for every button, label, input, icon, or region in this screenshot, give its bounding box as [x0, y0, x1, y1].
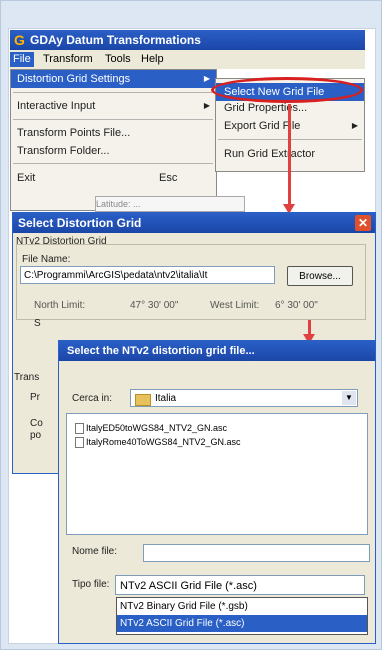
north-limit-label: North Limit:	[34, 300, 86, 311]
file-type-options: NTv2 Binary Grid File (*.gsb) NTv2 ASCII…	[116, 597, 368, 635]
file-path-field[interactable]: C:\Programmi\ArcGIS\pedata\ntv2\italia\I…	[20, 266, 275, 284]
list-item[interactable]: ItalyRome40ToWGS84_NTV2_GN.asc	[75, 436, 241, 449]
file-type-option[interactable]: NTv2 Binary Grid File (*.gsb)	[117, 598, 367, 615]
submenu-arrow-icon: ▶	[203, 101, 210, 110]
file-icon	[75, 437, 84, 449]
partial-label: S	[34, 318, 41, 329]
partial-label: Trans	[14, 372, 40, 383]
menu-bar: File Transform Tools Help	[10, 50, 365, 69]
menu-item-distortion-grid-settings[interactable]: Distortion Grid Settings ▶	[11, 70, 216, 88]
file-type-option[interactable]: NTv2 ASCII Grid File (*.asc)	[117, 615, 367, 632]
close-icon[interactable]: ✕	[355, 215, 371, 231]
menu-item-transform-points[interactable]: Transform Points File...	[11, 124, 216, 142]
menu-help[interactable]: Help	[138, 52, 167, 67]
chevron-down-icon[interactable]: ▼	[342, 391, 356, 405]
file-name-label: Nome file:	[72, 546, 118, 557]
west-limit-value: 6° 30' 00"	[275, 300, 318, 311]
file-list: ItalyED50toWGS84_NTV2_GN.asc ItalyRome40…	[66, 413, 368, 535]
file-name: ItalyRome40ToWGS84_NTV2_GN.asc	[86, 437, 241, 447]
background-field: Latitude: ...	[95, 196, 245, 212]
submenu-arrow-icon: ▶	[203, 74, 210, 83]
menu-tools[interactable]: Tools	[102, 52, 134, 67]
partial-label: po	[30, 430, 42, 441]
app-title: GDAy Datum Transformations	[30, 33, 201, 47]
menu-separator	[13, 163, 213, 164]
dialog-title-bar: Select Distortion Grid ✕	[13, 213, 375, 233]
partial-label: Pr	[30, 392, 40, 403]
file-type-combo[interactable]: NTv2 ASCII Grid File (*.asc)	[115, 575, 365, 595]
file-name: ItalyED50toWGS84_NTV2_GN.asc	[86, 423, 228, 433]
file-menu-dropdown: Distortion Grid Settings ▶ Interactive I…	[10, 69, 217, 211]
menu-transform[interactable]: Transform	[40, 52, 96, 67]
browse-button[interactable]: Browse...	[287, 266, 353, 286]
menu-shortcut: Esc	[159, 172, 178, 184]
app-logo-icon: G	[14, 32, 25, 48]
menu-item-label: Exit	[17, 172, 36, 184]
dialog-title: Select the NTv2 distortion grid file...	[67, 345, 255, 357]
folder-icon	[135, 394, 151, 406]
menu-item-exit[interactable]: Exit Esc	[11, 169, 216, 187]
partial-label: Co	[30, 418, 43, 429]
file-type-label: Tipo file:	[72, 579, 110, 590]
app-title-bar: G GDAy Datum Transformations	[10, 30, 365, 50]
north-limit-value: 47° 30' 00"	[130, 300, 179, 311]
file-name-label: File Name:	[22, 254, 71, 265]
file-icon	[75, 423, 84, 435]
dialog-title-bar: Select the NTv2 distortion grid file...	[59, 341, 375, 361]
look-in-label: Cerca in:	[72, 393, 113, 404]
menu-item-transform-folder[interactable]: Transform Folder...	[11, 142, 216, 160]
menu-item-label: Interactive Input	[17, 100, 96, 112]
menu-separator	[13, 92, 213, 93]
menu-file[interactable]: File	[10, 52, 34, 67]
submenu-arrow-icon: ▶	[351, 121, 358, 130]
menu-item-label: Distortion Grid Settings	[17, 73, 131, 85]
west-limit-label: West Limit:	[210, 300, 260, 311]
menu-separator	[13, 119, 213, 120]
highlight-circle	[211, 77, 363, 103]
menu-item-interactive-input[interactable]: Interactive Input ▶	[11, 97, 216, 115]
list-item[interactable]: ItalyED50toWGS84_NTV2_GN.asc	[75, 422, 228, 435]
look-in-value: Italia	[155, 393, 177, 404]
file-name-input[interactable]	[143, 544, 370, 562]
dialog-title: Select Distortion Grid	[18, 216, 142, 230]
look-in-combo[interactable]: Italia ▼	[130, 389, 358, 407]
arrow-line	[288, 104, 291, 206]
